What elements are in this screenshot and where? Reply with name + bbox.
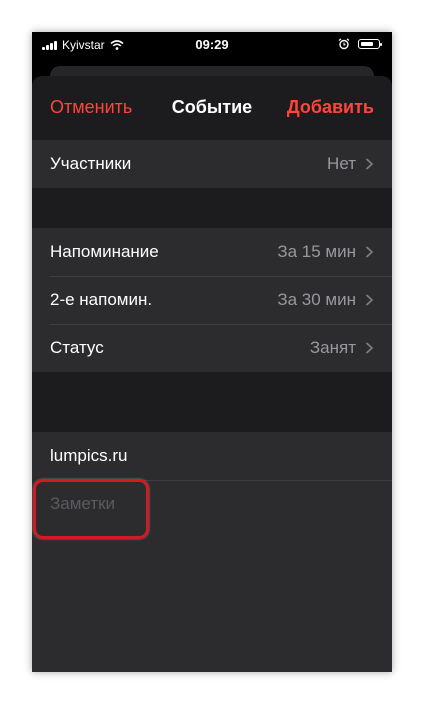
alarm-icon bbox=[338, 38, 350, 50]
url-notes-group: lumpics.ru Заметки bbox=[32, 432, 392, 672]
invitees-label: Участники bbox=[50, 154, 132, 173]
invitees-row[interactable]: Участники Нет bbox=[32, 140, 392, 188]
second-alert-label: 2-е напомин. bbox=[50, 290, 153, 309]
chevron-right-icon bbox=[365, 294, 374, 306]
section-gap bbox=[32, 188, 392, 228]
status-row[interactable]: Статус Занят bbox=[32, 324, 392, 372]
status-right bbox=[338, 38, 382, 50]
status-label: Статус bbox=[50, 338, 104, 357]
battery-icon bbox=[358, 39, 382, 49]
status-value: Занят bbox=[309, 338, 356, 357]
add-button[interactable]: Добавить bbox=[287, 97, 374, 118]
invitees-group: Участники Нет bbox=[32, 140, 392, 188]
section-gap bbox=[32, 372, 392, 432]
second-alert-row[interactable]: 2-е напомин. За 30 мин bbox=[32, 276, 392, 324]
url-field[interactable]: lumpics.ru bbox=[50, 432, 392, 481]
nav-bar: Отменить Событие Добавить bbox=[32, 76, 392, 140]
notes-highlight-box bbox=[33, 479, 149, 539]
alerts-group: Напоминание За 15 мин 2-е напомин. За 30… bbox=[32, 228, 392, 372]
event-sheet: Отменить Событие Добавить Участники Нет … bbox=[32, 76, 392, 672]
chevron-right-icon bbox=[365, 246, 374, 258]
alert-value: За 15 мин bbox=[277, 242, 356, 261]
alert-label: Напоминание bbox=[50, 242, 159, 261]
status-bar: Kyivstar 09:29 bbox=[32, 32, 392, 60]
chevron-right-icon bbox=[365, 158, 374, 170]
alert-row[interactable]: Напоминание За 15 мин bbox=[32, 228, 392, 276]
url-value: lumpics.ru bbox=[50, 446, 128, 465]
second-alert-value: За 30 мин bbox=[277, 290, 356, 309]
chevron-right-icon bbox=[365, 342, 374, 354]
invitees-value: Нет bbox=[327, 154, 356, 173]
phone-screen: Kyivstar 09:29 Отменить Событие Добавить bbox=[32, 32, 392, 672]
